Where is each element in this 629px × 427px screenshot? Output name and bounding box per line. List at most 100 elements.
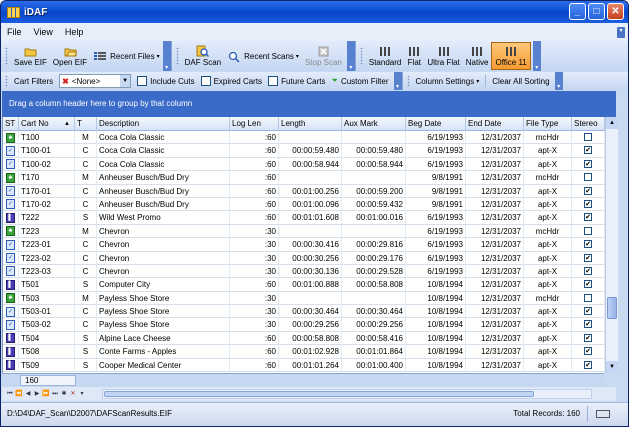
toolbar-grip[interactable] — [5, 75, 8, 87]
prev-page-icon[interactable]: ⏪ — [15, 390, 23, 398]
column-header-file-type[interactable]: File Type — [524, 117, 572, 131]
nav-dropdown-icon[interactable]: ▾ — [78, 390, 86, 398]
stereo-checkbox[interactable] — [584, 293, 592, 302]
prev-record-icon[interactable]: ◀ — [24, 390, 32, 398]
menubar-overflow-icon[interactable]: ▾ — [617, 27, 625, 38]
column-header-cart-no[interactable]: Cart No ▲ — [19, 117, 75, 131]
theme-office11-button[interactable]: Office 11 — [491, 42, 531, 70]
table-row[interactable]: ✓ T100-01 C Coca Cola Classic:60 00:00:59.48… — [3, 144, 605, 158]
custom-filter-button[interactable]: ⏷ Custom Filter — [329, 73, 392, 89]
table-row[interactable]: ▌ T504 S Alpine Lace Cheese:60 00:00:58.808 0… — [3, 331, 605, 346]
menu-help[interactable]: Help — [65, 27, 84, 37]
menu-file[interactable]: File — [7, 27, 22, 37]
insert-record-icon[interactable]: ✱ — [60, 390, 68, 398]
table-row[interactable]: ♣ T503 M Payless Shoe Store:30 10/8/1994 12/3… — [3, 291, 605, 306]
table-row[interactable]: ♣ T100 M Coca Cola Classic:60 6/19/1993 12/31… — [3, 131, 605, 145]
toolbar-grip[interactable] — [406, 75, 410, 87]
stereo-checkbox[interactable]: ✔ — [584, 307, 592, 316]
stereo-checkbox[interactable] — [584, 133, 592, 141]
expired-carts-checkbox[interactable]: Expired Carts — [198, 73, 265, 89]
column-header-description[interactable]: Description — [97, 117, 230, 131]
minimize-button[interactable]: _ — [569, 3, 586, 20]
stereo-checkbox[interactable]: ✔ — [584, 199, 592, 208]
stereo-checkbox[interactable]: ✔ — [584, 280, 592, 289]
toolbar-grip[interactable] — [359, 47, 363, 65]
next-record-icon[interactable]: ▶ — [33, 390, 41, 398]
column-settings-button[interactable]: Column Settings ▾ — [413, 73, 483, 89]
table-row[interactable]: ▌ T508 S Conte Farms - Apples:60 00:01:02.92… — [3, 345, 605, 359]
toolbar-overflow-icon[interactable]: ▾ — [162, 41, 171, 71]
table-row[interactable]: ♣ T170 M Anheuser Busch/Bud Dry:60 9/8/1991 1… — [3, 171, 605, 185]
stereo-checkbox[interactable]: ✔ — [584, 186, 592, 195]
save-eif-button[interactable]: Save EIF — [11, 42, 50, 70]
recent-files-button[interactable]: Recent Files ▾ — [90, 42, 162, 70]
menu-view[interactable]: View — [34, 27, 53, 37]
next-page-icon[interactable]: ⏩ — [42, 390, 50, 398]
table-row[interactable]: ✓ T170-01 C Anheuser Busch/Bud Dry:60 00:01:… — [3, 184, 605, 198]
table-row[interactable]: ✓ T503-01 C Payless Shoe Store:30 00:00:30.4… — [3, 305, 605, 319]
toolbar-overflow-icon[interactable]: ▾ — [346, 41, 355, 71]
column-header-aux-mark[interactable]: Aux Mark — [342, 117, 406, 131]
cart-filter-combo[interactable]: ✖ <None> ▼ — [59, 74, 132, 88]
theme-native-button[interactable]: Native — [463, 42, 492, 70]
stereo-checkbox[interactable] — [584, 226, 592, 235]
scroll-up-icon[interactable]: ▲ — [606, 117, 618, 129]
table-row[interactable]: ✓ T223-01 C Chevron:30 00:00:30.416 00:00:29.… — [3, 238, 605, 252]
stereo-checkbox[interactable]: ✔ — [584, 333, 592, 342]
table-row[interactable]: ♣ T223 M Chevron:30 6/19/1993 12/31/2037 mcHdr — [3, 224, 605, 239]
theme-ultra-flat-button[interactable]: Ultra Flat — [424, 42, 462, 70]
include-cuts-checkbox[interactable]: Include Cuts — [134, 73, 197, 89]
stop-scan-button[interactable]: Stop Scan — [302, 42, 345, 70]
vertical-scrollbar[interactable]: ▲ ▼ — [605, 117, 618, 373]
table-row[interactable]: ✓ T223-03 C Chevron:30 00:00:30.136 00:00:29.… — [3, 264, 605, 279]
last-record-icon[interactable]: ⏭ — [51, 390, 59, 398]
close-button[interactable]: ✕ — [607, 3, 624, 20]
open-eif-button[interactable]: Open EIF — [50, 42, 90, 70]
table-row[interactable]: ✓ T100-02 C Coca Cola Classic:60 00:00:58.94… — [3, 157, 605, 172]
daf-scan-button[interactable]: DAF Scan — [182, 42, 224, 70]
table-row[interactable]: ▌ T222 S Wild West Promo:60 00:01:01.608 00:0… — [3, 211, 605, 225]
future-carts-checkbox[interactable]: Future Carts — [265, 73, 328, 89]
stereo-checkbox[interactable]: ✔ — [584, 146, 592, 155]
column-header-beg-date[interactable]: Beg Date — [406, 117, 466, 131]
title-bar[interactable]: iDAF _ □ ✕ — [1, 1, 628, 23]
maximize-button[interactable]: □ — [588, 3, 605, 20]
table-row[interactable]: ▌ T501 S Computer City:60 00:01:00.888 00:00:… — [3, 278, 605, 292]
toolbar-overflow-icon[interactable]: ▾ — [532, 41, 541, 71]
stereo-checkbox[interactable]: ✔ — [584, 253, 592, 262]
stereo-checkbox[interactable]: ✔ — [584, 266, 592, 275]
horizontal-scroll-thumb[interactable] — [104, 391, 534, 397]
toolbar-grip[interactable] — [175, 47, 179, 65]
scroll-thumb[interactable] — [607, 297, 617, 319]
stereo-checkbox[interactable]: ✔ — [584, 159, 592, 168]
toolbar-overflow-icon[interactable]: ▾ — [554, 72, 563, 90]
theme-icon — [437, 45, 451, 57]
toolbar-overflow-icon[interactable]: ▾ — [393, 72, 402, 90]
first-record-icon[interactable]: ⏮ — [6, 390, 14, 398]
theme-flat-button[interactable]: Flat — [404, 42, 424, 70]
stereo-checkbox[interactable]: ✔ — [584, 360, 592, 369]
clear-all-sorting-button[interactable]: Clear All Sorting — [489, 73, 552, 89]
table-row[interactable]: ▌ T509 S Cooper Medical Center:60 00:01:01.2… — [3, 358, 605, 373]
stereo-checkbox[interactable] — [584, 173, 592, 182]
stereo-checkbox[interactable]: ✔ — [584, 213, 592, 222]
group-by-panel[interactable]: Drag a column header here to group by th… — [2, 91, 616, 117]
horizontal-scrollbar[interactable] — [102, 389, 592, 399]
column-header-st[interactable]: ST — [3, 117, 19, 131]
stereo-checkbox[interactable]: ✔ — [584, 320, 592, 329]
column-header-length[interactable]: Length — [279, 117, 342, 131]
recent-scans-button[interactable]: Recent Scans ▾ — [224, 42, 302, 70]
table-row[interactable]: ✓ T223-02 C Chevron:30 00:00:30.256 00:00:29.… — [3, 251, 605, 265]
stereo-checkbox[interactable]: ✔ — [584, 240, 592, 249]
toolbar-grip[interactable] — [5, 47, 8, 65]
stereo-checkbox[interactable]: ✔ — [584, 347, 592, 356]
table-row[interactable]: ✓ T503-02 C Payless Shoe Store:30 00:00:29.2… — [3, 318, 605, 332]
theme-standard-button[interactable]: Standard — [366, 42, 404, 70]
scroll-down-icon[interactable]: ▼ — [606, 361, 618, 373]
column-header-stereo[interactable]: Stereo — [572, 117, 605, 131]
column-header-log-len[interactable]: Log Len — [230, 117, 279, 131]
column-header-t[interactable]: T — [75, 117, 97, 131]
delete-record-icon[interactable]: ✕ — [69, 390, 77, 398]
column-header-end-date[interactable]: End Date — [466, 117, 524, 131]
table-row[interactable]: ✓ T170-02 C Anheuser Busch/Bud Dry:60 00:01:… — [3, 197, 605, 212]
